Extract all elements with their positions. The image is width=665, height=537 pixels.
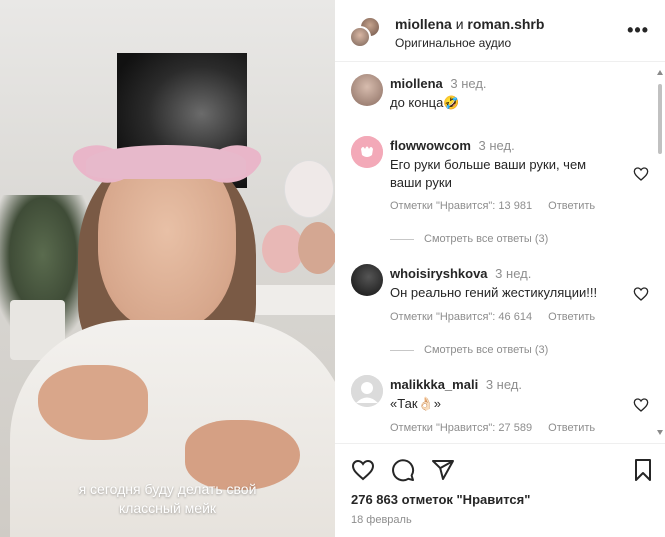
heart-icon[interactable] <box>351 458 375 482</box>
collab-avatars[interactable] <box>349 16 385 50</box>
bookmark-icon[interactable] <box>631 458 655 482</box>
comment-likes-count[interactable]: Отметки "Нравится": 13 981 <box>390 200 532 212</box>
scroll-down-arrow-icon[interactable] <box>657 430 663 435</box>
view-replies-label[interactable]: Смотреть все ответы (3) <box>424 233 548 245</box>
author-joiner: и <box>455 16 464 32</box>
comments-list: miollena 3 нед. до конца🤣 flowwowcom 3 н… <box>335 62 665 442</box>
comment-item: miollena 3 нед. до конца🤣 <box>351 74 651 114</box>
view-replies-label[interactable]: Смотреть все ответы (3) <box>424 344 548 356</box>
video-caption: я сегодня буду делать свой классный мейк <box>40 480 295 518</box>
avatar[interactable] <box>351 74 383 106</box>
comments-scrollbar[interactable] <box>657 70 663 435</box>
post-header: miollena и roman.shrb Оригинальное аудио… <box>335 0 665 62</box>
comment-username[interactable]: miollena <box>390 76 443 91</box>
author-link-1[interactable]: miollena <box>395 16 452 32</box>
post-panel: miollena и roman.shrb Оригинальное аудио… <box>335 0 665 537</box>
view-replies-button[interactable]: Смотреть все ответы (3) <box>390 344 548 356</box>
divider <box>390 238 414 240</box>
comment-username[interactable]: flowwowcom <box>390 138 471 153</box>
avatar[interactable] <box>351 136 383 168</box>
comment-time[interactable]: 3 нед. <box>495 266 531 281</box>
scroll-up-arrow-icon[interactable] <box>657 70 663 75</box>
reply-button[interactable]: Ответить <box>548 200 595 212</box>
comment-time[interactable]: 3 нед. <box>450 76 486 91</box>
comment-icon[interactable] <box>391 458 415 482</box>
heart-icon[interactable] <box>633 286 649 302</box>
avatar[interactable] <box>351 264 383 296</box>
flower-icon <box>351 136 383 168</box>
view-replies-button[interactable]: Смотреть все ответы (3) <box>390 233 548 245</box>
comment-text: Он реально гений жестикуляции!!! <box>390 285 598 300</box>
avatar[interactable] <box>351 375 383 407</box>
person-hand-left <box>38 365 148 440</box>
comment-username[interactable]: whoisiryshkova <box>390 266 488 281</box>
default-user-icon <box>351 375 383 407</box>
comment-item: flowwowcom 3 нед. Его руки больше ваши р… <box>351 136 651 226</box>
comment-meta: Отметки "Нравится": 13 981 Ответить <box>390 200 595 212</box>
comment-item: whoisiryshkova 3 нед. Он реально гений ж… <box>351 264 651 334</box>
reply-button[interactable]: Ответить <box>548 311 595 323</box>
comment-username[interactable]: malikkka_mali <box>390 377 478 392</box>
author-link-2[interactable]: roman.shrb <box>467 16 544 32</box>
post-date: 18 февраль <box>351 514 412 526</box>
comment-meta: Отметки "Нравится": 46 614 Ответить <box>390 311 595 323</box>
balloon-peach <box>298 222 335 274</box>
avatar[interactable] <box>349 26 371 48</box>
comment-item: malikkka_mali 3 нед. «Так👌🏻» Отметки "Нр… <box>351 375 651 442</box>
caption-line-1: я сегодня буду делать свой <box>78 481 257 497</box>
audio-link[interactable]: Оригинальное аудио <box>395 36 511 50</box>
comment-header: whoisiryshkova 3 нед. <box>390 266 531 281</box>
heart-icon[interactable] <box>633 166 649 182</box>
post-authors: miollena и roman.shrb <box>395 16 544 32</box>
share-icon[interactable] <box>431 458 455 482</box>
reel-video[interactable]: я сегодня буду делать свой классный мейк <box>0 0 335 537</box>
comment-meta: Отметки "Нравится": 27 589 Ответить <box>390 422 595 434</box>
comment-text: до конца🤣 <box>390 95 460 110</box>
scrollbar-thumb[interactable] <box>658 84 662 154</box>
more-horizontal-icon[interactable]: ••• <box>627 20 649 41</box>
comment-header: miollena 3 нед. <box>390 76 487 91</box>
reply-button[interactable]: Ответить <box>548 422 595 434</box>
comment-likes-count[interactable]: Отметки "Нравится": 27 589 <box>390 422 532 434</box>
post-actions: 276 863 отметок "Нравится" 18 февраль <box>335 443 665 537</box>
caption-line-2: классный мейк <box>118 500 217 516</box>
comment-text: Его руки больше ваши руки, чем ваши руки <box>390 157 587 190</box>
headband <box>86 145 246 179</box>
balloon-clear <box>284 160 334 218</box>
comment-header: flowwowcom 3 нед. <box>390 138 515 153</box>
comment-likes-count[interactable]: Отметки "Нравится": 46 614 <box>390 311 532 323</box>
comment-text: «Так👌🏻» <box>390 396 441 411</box>
likes-count[interactable]: 276 863 отметок "Нравится" <box>351 492 530 507</box>
divider <box>390 349 414 351</box>
comment-time[interactable]: 3 нед. <box>479 138 515 153</box>
comment-time[interactable]: 3 нед. <box>486 377 522 392</box>
comment-header: malikkka_mali 3 нед. <box>390 377 522 392</box>
heart-icon[interactable] <box>633 397 649 413</box>
